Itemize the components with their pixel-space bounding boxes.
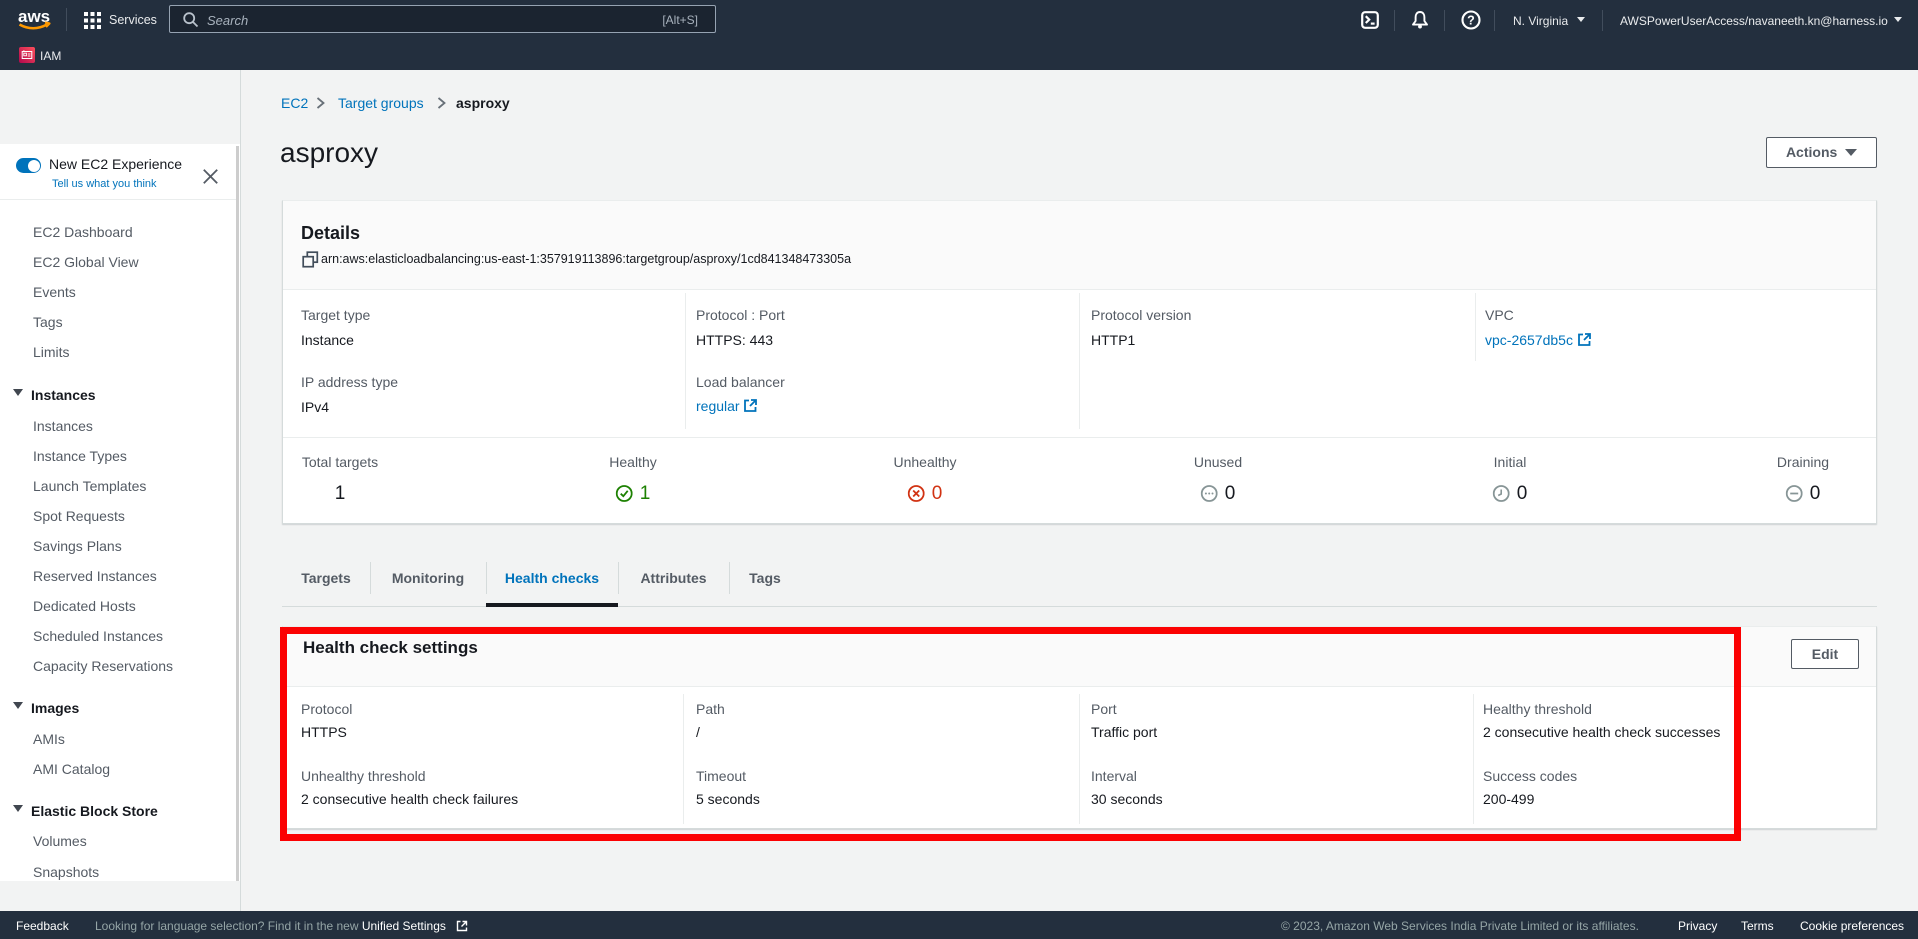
svg-text:?: ? <box>1467 13 1475 27</box>
